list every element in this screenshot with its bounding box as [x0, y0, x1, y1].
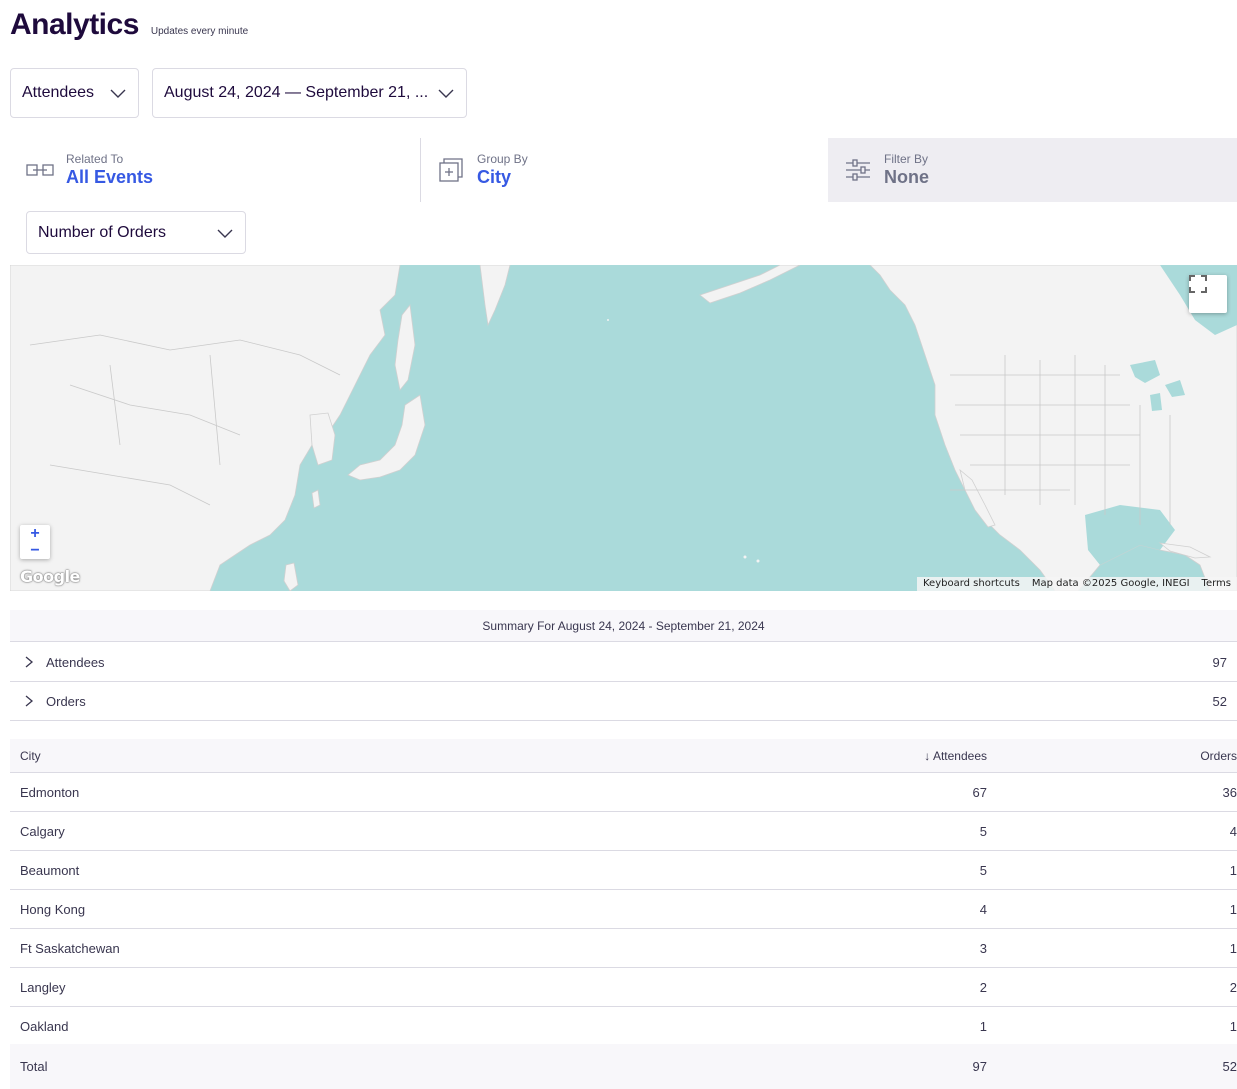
attendees-cell: 5 [979, 863, 987, 878]
total-attendees: 97 [972, 1059, 987, 1074]
chevron-right-icon [25, 656, 34, 668]
fullscreen-button[interactable] [1189, 275, 1227, 313]
asia-landmass [10, 265, 401, 591]
table-header: City ↓ Attendees Orders [10, 739, 1237, 773]
table-row: Beaumont 5 1 [10, 851, 1237, 890]
city-cell: Langley [20, 980, 66, 995]
chevron-right-icon [25, 695, 34, 707]
chevron-down-icon [110, 89, 126, 98]
zoom-in-button[interactable]: + [20, 525, 50, 542]
column-header-attendees[interactable]: ↓ Attendees [924, 739, 987, 773]
orders-cell: 36 [1222, 785, 1237, 800]
summary-label: Orders [46, 693, 86, 709]
map-attribution: Keyboard shortcuts Map data ©2025 Google… [917, 577, 1237, 591]
orders-cell: 1 [1229, 902, 1237, 917]
north-america-landmass [869, 265, 1237, 591]
filter-by-filter[interactable]: Filter By None [828, 138, 1237, 202]
kamchatka-peninsula [479, 265, 511, 327]
page-header: Analytics Updates every minute [10, 8, 248, 42]
filter-by-label: Filter By [884, 152, 929, 166]
orders-cell: 1 [1229, 863, 1237, 878]
attendees-cell: 5 [979, 824, 987, 839]
orders-cell: 4 [1229, 824, 1237, 839]
summary-value: 97 [1212, 654, 1227, 670]
related-to-filter[interactable]: Related To All Events [10, 138, 420, 202]
summary-row-attendees[interactable]: Attendees 97 [10, 643, 1237, 682]
table-row: Oakland 1 1 [10, 1007, 1237, 1046]
group-by-label: Group By [477, 152, 528, 166]
attendees-cell: 4 [979, 902, 987, 917]
orders-cell: 1 [1229, 1019, 1237, 1034]
city-cell: Ft Saskatchewan [20, 941, 120, 956]
page-subtitle: Updates every minute [150, 26, 249, 37]
related-to-label: Related To [66, 152, 124, 166]
link-icon [24, 154, 56, 186]
summary-label: Attendees [46, 654, 105, 670]
aleutian-islands [699, 265, 801, 304]
metric-select-label: Attendees [22, 84, 95, 101]
report-filters: Related To All Events Group By City Filt… [10, 138, 1237, 202]
page-title: Analytics [10, 8, 139, 41]
pacific-island [607, 319, 609, 321]
taiwan-island [311, 489, 321, 509]
summary-title: Summary For August 24, 2024 - September … [10, 610, 1237, 642]
zoom-out-button[interactable]: − [20, 542, 50, 559]
table-row: Ft Saskatchewan 3 1 [10, 929, 1237, 968]
philippines-islands [283, 562, 299, 591]
hokkaido-island [394, 304, 416, 391]
measure-select-label: Number of Orders [38, 223, 167, 241]
city-cell: Hong Kong [20, 902, 86, 917]
zoom-controls: + − [20, 525, 50, 559]
chevron-down-icon [217, 229, 233, 238]
date-range-select[interactable]: August 24, 2024 — September 21, ... [152, 68, 467, 118]
google-logo: Google [20, 567, 80, 586]
group-by-filter[interactable]: Group By City [421, 138, 828, 202]
column-header-city[interactable]: City [20, 739, 41, 773]
city-cell: Edmonton [20, 785, 80, 800]
group-plus-icon [435, 154, 467, 186]
gulf-of-mexico [1085, 505, 1175, 565]
summary-row-orders[interactable]: Orders 52 [10, 682, 1237, 721]
date-range-label: August 24, 2024 — September 21, ... [164, 84, 429, 101]
attendees-cell: 3 [979, 941, 987, 956]
table-row: Langley 2 2 [10, 968, 1237, 1007]
table-total-row: Total 97 52 [10, 1044, 1237, 1089]
pacific-island [756, 559, 760, 563]
column-header-orders[interactable]: Orders [1200, 739, 1237, 773]
japan-islands [347, 394, 426, 481]
total-orders: 52 [1222, 1059, 1237, 1074]
table-row: Calgary 5 4 [10, 812, 1237, 851]
pacific-island [743, 555, 747, 559]
attendee-map[interactable]: + − Google Keyboard shortcuts Map data ©… [10, 265, 1237, 591]
fullscreen-icon [1189, 275, 1207, 293]
orders-cell: 2 [1229, 980, 1237, 995]
total-label: Total [20, 1059, 48, 1074]
summary-value: 52 [1212, 693, 1227, 709]
related-to-value[interactable]: All Events [66, 166, 153, 188]
terms-link[interactable]: Terms [1196, 577, 1237, 591]
metric-select[interactable]: Attendees [10, 68, 139, 118]
attendees-cell: 1 [979, 1019, 987, 1034]
map-canvas [10, 265, 1237, 591]
attendees-cell: 2 [979, 980, 987, 995]
orders-cell: 1 [1229, 941, 1237, 956]
sliders-icon [842, 154, 874, 186]
map-data-text: Map data ©2025 Google, INEGI [1031, 578, 1190, 589]
chevron-down-icon [438, 89, 454, 98]
table-row: Edmonton 67 36 [10, 773, 1237, 812]
city-cell: Beaumont [20, 863, 80, 878]
measure-select[interactable]: Number of Orders [26, 211, 246, 254]
table-row: Hong Kong 4 1 [10, 890, 1237, 929]
city-cell: Calgary [20, 824, 65, 839]
city-cell: Oakland [20, 1019, 69, 1034]
keyboard-shortcuts-link[interactable]: Keyboard shortcuts [917, 577, 1026, 591]
attendees-cell: 67 [972, 785, 987, 800]
group-by-value[interactable]: City [477, 166, 528, 188]
filter-by-value[interactable]: None [884, 166, 929, 188]
